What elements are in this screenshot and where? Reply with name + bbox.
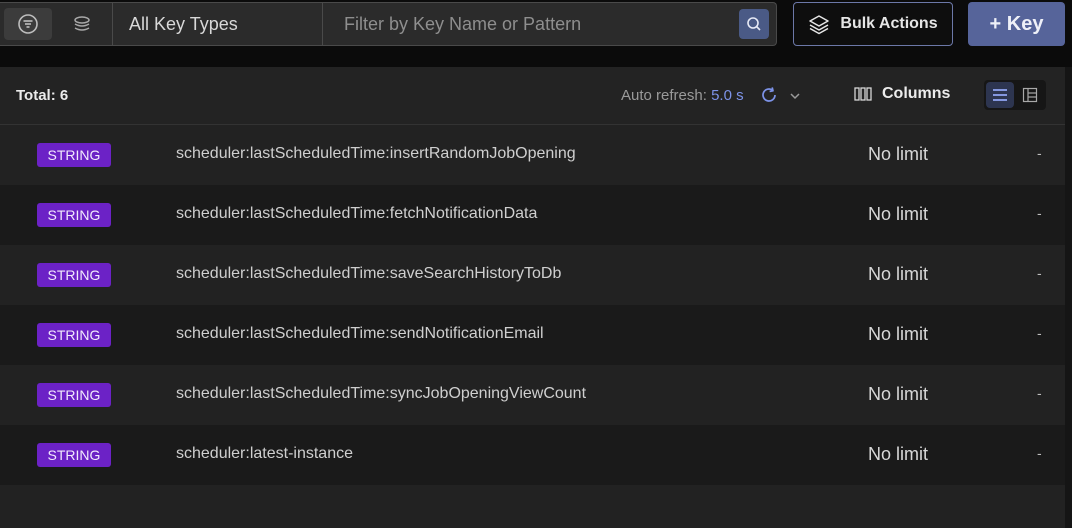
key-name: scheduler:latest-instance xyxy=(176,445,353,462)
table-row[interactable]: STRING scheduler:lastScheduledTime:inser… xyxy=(0,125,1065,185)
filter-list-icon xyxy=(18,14,38,34)
auto-refresh-label: Auto refresh: xyxy=(621,87,707,104)
key-size: - xyxy=(1037,145,1042,161)
key-size: - xyxy=(1037,205,1042,221)
table-row[interactable]: STRING scheduler:lastScheduledTime:fetch… xyxy=(0,185,1065,245)
key-name: scheduler:lastScheduledTime:sendNotifica… xyxy=(176,325,544,342)
list-view-button[interactable] xyxy=(986,82,1014,108)
key-name: scheduler:lastScheduledTime:insertRandom… xyxy=(176,145,576,162)
columns-icon xyxy=(854,87,872,101)
key-ttl: No limit xyxy=(868,324,929,344)
table-row[interactable]: STRING scheduler:lastScheduledTime:sendN… xyxy=(0,305,1065,365)
key-ttl: No limit xyxy=(868,264,929,284)
scrollbar[interactable] xyxy=(1065,67,1072,528)
keys-list-header: Total: 6 Auto refresh: 5.0 s Columns xyxy=(0,67,1065,125)
table-row[interactable]: STRING scheduler:lastScheduledTime:syncJ… xyxy=(0,365,1065,425)
table-row[interactable]: STRING scheduler:lastScheduledTime:saveS… xyxy=(0,245,1065,305)
tree-grid-view-button[interactable] xyxy=(1016,82,1044,108)
list-view-icon xyxy=(993,89,1007,101)
key-size: - xyxy=(1037,265,1042,281)
toolbar: All Key Types Bulk Actions + Key xyxy=(0,0,1072,66)
columns-button[interactable]: Columns xyxy=(854,85,950,103)
add-key-label: + Key xyxy=(989,12,1044,35)
key-size: - xyxy=(1037,385,1042,401)
columns-label: Columns xyxy=(882,85,951,102)
key-size: - xyxy=(1037,325,1042,341)
auto-refresh-value: 5.0 s xyxy=(711,87,744,104)
type-badge: STRING xyxy=(37,143,111,167)
key-name: scheduler:lastScheduledTime:fetchNotific… xyxy=(176,205,538,222)
add-key-button[interactable]: + Key xyxy=(968,2,1065,46)
keys-table: STRING scheduler:lastScheduledTime:inser… xyxy=(0,125,1065,485)
total-count: Total: 6 xyxy=(16,87,69,104)
type-badge: STRING xyxy=(37,443,111,467)
refresh-icon[interactable] xyxy=(760,86,778,104)
list-mode-button[interactable] xyxy=(4,8,52,40)
key-type-select-value: All Key Types xyxy=(129,13,238,34)
key-ttl: No limit xyxy=(868,384,929,404)
table-empty-area xyxy=(0,485,1065,528)
key-name: scheduler:lastScheduledTime:syncJobOpeni… xyxy=(176,385,587,402)
bulk-actions-label: Bulk Actions xyxy=(840,15,938,32)
bulk-actions-button[interactable]: Bulk Actions xyxy=(793,2,953,46)
key-name: scheduler:lastScheduledTime:saveSearchHi… xyxy=(176,265,562,282)
type-badge: STRING xyxy=(37,383,111,407)
chevron-down-icon[interactable] xyxy=(789,90,801,102)
key-search-group: All Key Types xyxy=(0,2,777,46)
filter-input[interactable] xyxy=(324,3,734,45)
key-ttl: No limit xyxy=(868,204,929,224)
key-ttl: No limit xyxy=(868,444,929,464)
tree-view-icon xyxy=(74,16,90,31)
table-row[interactable]: STRING scheduler:latest-instance No limi… xyxy=(0,425,1065,485)
view-toggle xyxy=(984,80,1046,110)
tree-grid-icon xyxy=(1022,87,1038,103)
key-type-select[interactable]: All Key Types xyxy=(112,3,323,45)
type-badge: STRING xyxy=(37,203,111,227)
key-size: - xyxy=(1037,445,1042,461)
auto-refresh: Auto refresh: 5.0 s xyxy=(621,87,744,104)
tree-mode-button[interactable] xyxy=(58,8,106,40)
layers-icon xyxy=(809,15,830,35)
key-ttl: No limit xyxy=(868,144,929,164)
type-badge: STRING xyxy=(37,263,111,287)
type-badge: STRING xyxy=(37,323,111,347)
search-button[interactable] xyxy=(739,9,769,39)
search-icon xyxy=(747,17,761,31)
